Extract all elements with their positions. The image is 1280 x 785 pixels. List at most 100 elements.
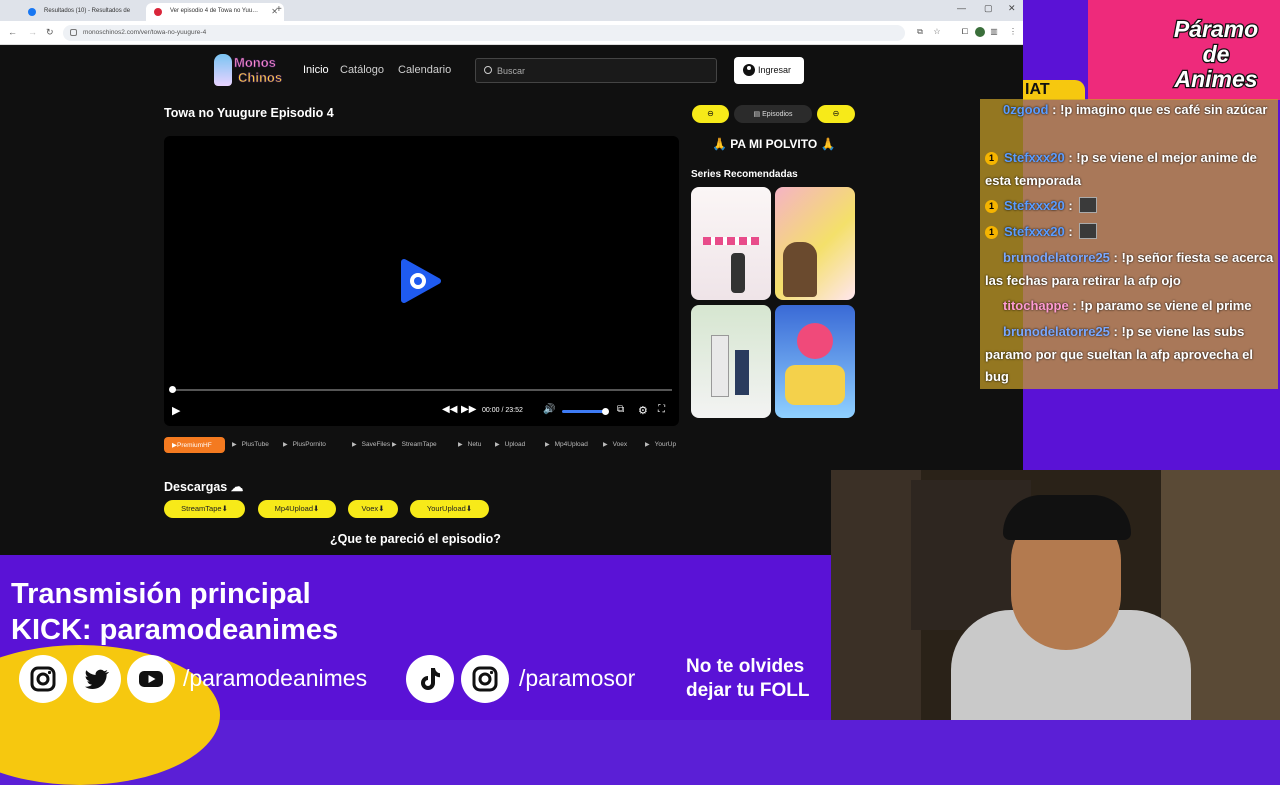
volume-icon[interactable]: 🔊 [543,404,555,415]
chat-message: brunodelatorre25 : !p señor fiesta se ac… [985,247,1277,292]
rewind-icon[interactable]: ◀◀ [442,404,457,415]
nav-calendario[interactable]: Calendario [398,64,451,76]
chat-username: brunodelatorre25 [1003,250,1110,265]
server-tab[interactable]: ▶ Netu [458,441,481,448]
play-small-icon: ▶ [283,442,288,448]
cover-figure [783,242,817,297]
server-label: Netu [467,441,482,448]
sidebar-icon[interactable]: ▥ [989,27,999,37]
progress-knob[interactable] [169,386,176,393]
cover-figure [735,350,749,395]
play-small-icon: ▶ [495,442,500,448]
bookmark-star-icon[interactable]: ☆ [932,27,942,37]
logo-text-line2: Chinos [238,70,283,86]
prev-episode-button[interactable]: ⊖ [692,105,729,123]
play-icon[interactable]: ▶ [172,404,180,417]
server-tab[interactable]: ▶ Mp4Upload [545,441,588,448]
webcam-person-hair [1003,495,1131,540]
download-yourupload[interactable]: YourUpload⬇ [410,500,489,518]
extensions-icon[interactable]: ⧠ [960,27,970,37]
search-input[interactable]: Buscar [475,58,717,83]
play-small-icon: ▶ [458,442,463,448]
twitter-icon [73,655,121,703]
player-logo-icon[interactable] [400,258,442,304]
download-voex[interactable]: Voex⬇ [348,500,398,518]
server-tab[interactable]: ▶ Voex [603,441,627,448]
server-tab[interactable]: ▶ StreamTape [392,441,437,448]
cover-figure [797,323,833,359]
chat-message: brunodelatorre25 : !p se viene las subs … [985,321,1277,389]
recommended-title: Series Recomendadas [691,169,798,180]
download-label: YourUpload [426,504,466,513]
sub-badge-icon: 1 [985,226,998,239]
tab-facebook[interactable]: Resultados (10) - Resultados de ✕ [20,3,158,21]
recommended-card-4[interactable] [775,305,855,418]
settings-gear-icon[interactable]: ⚙ [638,404,648,417]
popout-icon[interactable]: ⧉ [617,404,624,415]
download-mp4upload[interactable]: Mp4Upload⬇ [258,500,336,518]
headline-main: Transmisión principal [11,578,311,610]
site-info-icon[interactable] [70,29,77,36]
login-button[interactable]: Ingresar [734,57,804,84]
chat-username: 0zgood [1003,102,1049,117]
minimize-icon[interactable]: — [957,3,966,13]
fullscreen-icon[interactable]: ⛶ [658,404,665,415]
tab-bar: Resultados (10) - Resultados de ✕ Ver ep… [0,0,1023,21]
chat-text: : !p paramo se viene el prime [1072,298,1252,313]
banner-text: 🙏 PA MI POLVITO 🙏 [712,137,836,151]
chat-username: titochappe [1003,298,1069,313]
user-icon [985,250,999,262]
recommended-card-1[interactable] [691,187,771,300]
server-tab[interactable]: ▶ PlusTube [232,441,269,448]
next-episode-button[interactable]: ⊖ [817,105,855,123]
chat-message: titochappe : !p paramo se viene el prime [985,295,1277,318]
chat-tab-label: IAT [1023,80,1085,100]
server-tab[interactable]: ▶ SaveFiles [352,441,390,448]
youtube-icon [127,655,175,703]
maximize-icon[interactable]: ▢ [984,3,993,14]
site-logo[interactable]: Monos Chinos [212,52,288,88]
server-tab[interactable]: ▶ Upload [495,441,525,448]
server-tab-premiumhf[interactable]: ▶PremiumHF [164,437,225,453]
back-icon[interactable]: ← [8,27,17,37]
download-streamtape[interactable]: StreamTape⬇ [164,500,245,518]
server-label: StreamTape [401,441,437,448]
brand-logo: Páramo de Animes [1152,15,1280,93]
close-window-icon[interactable]: ✕ [1008,3,1016,14]
profile-avatar-icon[interactable] [975,27,985,37]
server-label: PlusTube [241,441,269,448]
episode-title: Towa no Yuugure Episodio 4 [164,106,334,120]
new-tab-icon[interactable]: + [276,4,282,15]
logo-text-line1: Monos [234,55,276,71]
tab-title: Ver episodio 4 de Towa no Yuu… [170,8,259,14]
recommended-card-3[interactable] [691,305,771,418]
brand-line2: de [1201,40,1230,68]
url-text: monoschinos2.com/ver/towa-no-yuugure-4 [83,29,207,36]
download-label: Mp4Upload [274,504,314,513]
emote-icon [1078,223,1097,239]
server-tab[interactable]: ▶ YourUp [645,441,676,448]
server-label: SaveFiles [361,441,391,448]
progress-bar[interactable] [169,386,672,393]
url-field[interactable]: monoschinos2.com/ver/towa-no-yuugure-4 [63,25,905,41]
volume-slider[interactable] [562,408,609,415]
forward-icon[interactable]: → [28,27,37,37]
episodes-button[interactable]: ▤ Episodios [734,105,812,123]
downloads-title-text: Descargas [164,480,228,494]
cover-figure [711,335,729,397]
chat-username: Stefxxx20 [1004,198,1065,213]
recommended-card-2[interactable] [775,187,855,300]
download-icon: ⬇ [465,504,473,513]
user-icon [985,324,999,336]
nav-inicio[interactable]: Inicio [303,64,329,76]
reload-icon[interactable]: ↻ [46,27,54,38]
tab-monoschinos[interactable]: Ver episodio 4 de Towa no Yuu… ✕ [146,3,284,21]
nav-catalogo[interactable]: Catálogo [340,64,384,76]
menu-kebab-icon[interactable]: ⋮ [1008,27,1018,37]
server-tab[interactable]: ▶ PlusPornito [283,441,326,448]
volume-knob[interactable] [602,408,609,415]
forward-icon[interactable]: ▶▶ [461,404,476,415]
brand-line1: Páramo [1173,15,1260,43]
cast-icon[interactable]: ⧉ [915,27,925,37]
tiktok-icon [406,655,454,703]
